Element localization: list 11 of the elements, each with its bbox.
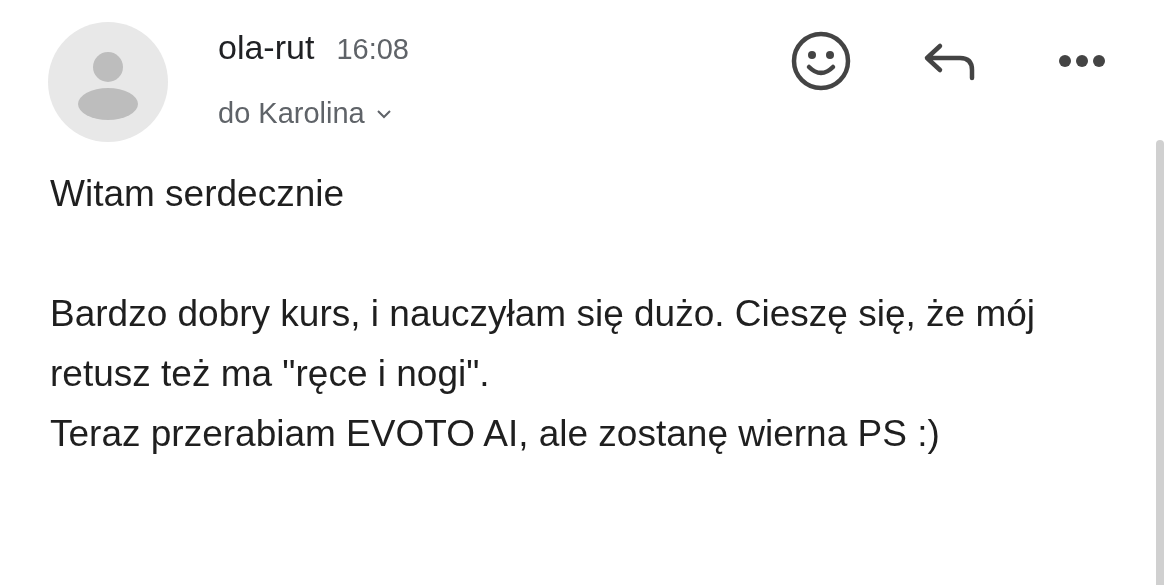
smiley-icon[interactable]	[790, 30, 852, 92]
message-paragraph: Teraz przerabiam EVOTO AI, ale zostanę wierna PS :)	[50, 412, 941, 456]
avatar-icon	[48, 22, 168, 142]
scrollbar[interactable]	[1156, 140, 1164, 585]
message-paragraph: Bardzo dobry kurs, i nauczyłam się dużo. Cieszę się, że mój retusz też ma "ręce i nogi".	[50, 292, 1037, 396]
greeting-text: Witam serdecznie	[50, 172, 346, 216]
sender-name: ola-rut	[218, 28, 315, 67]
timestamp: 16:08	[336, 33, 409, 66]
chevron-down-icon[interactable]	[374, 107, 393, 120]
recipient-label[interactable]: do Karolina	[218, 97, 365, 130]
more-icon[interactable]	[1058, 54, 1106, 68]
